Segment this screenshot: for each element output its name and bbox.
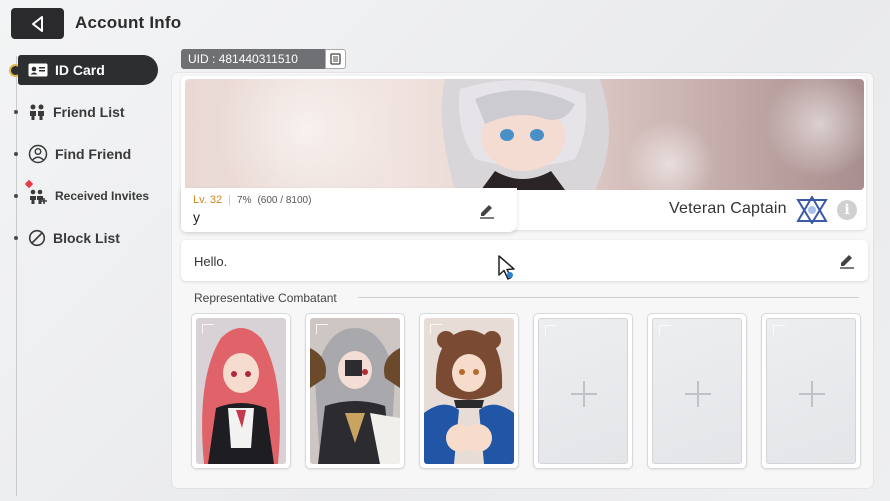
pencil-icon (480, 205, 494, 219)
combatant-art (196, 318, 286, 464)
mouse-cursor-icon (498, 255, 515, 280)
bio-card: Hello. (181, 240, 868, 281)
combatant-portrait (424, 318, 514, 464)
player-title: Veteran Captain (669, 200, 787, 217)
slot-corner-mark (316, 324, 328, 334)
sidebar-item-friend-list[interactable]: Friend List (18, 97, 158, 127)
banner-character-art (441, 79, 609, 190)
sidebar-item-label: ID Card (55, 62, 105, 78)
exp-detail: (600 / 8100) (257, 194, 312, 206)
combatant-portrait (196, 318, 286, 464)
bio-text: Hello. (194, 254, 228, 269)
slot-corner-mark (659, 325, 671, 335)
level-label: Lv. 32 (193, 194, 223, 206)
sidebar-line (16, 56, 17, 496)
friends-icon (30, 104, 44, 120)
add-combatant-icon (799, 381, 825, 407)
page-title: Account Info (75, 13, 182, 32)
copy-icon (330, 53, 341, 65)
empty-slot (766, 318, 856, 464)
copy-uid-button[interactable] (325, 49, 346, 69)
star-emblem-icon (796, 195, 828, 225)
add-combatant-icon (685, 381, 711, 407)
sidebar-item-label: Friend List (53, 104, 125, 120)
level-separator: | (228, 194, 232, 206)
sidebar-item-id-card[interactable]: ID Card (18, 55, 158, 85)
sidebar-item-label: Block List (53, 230, 120, 246)
slot-corner-mark (773, 325, 785, 335)
level-row: Lv. 32 | 7% (600 / 8100) (193, 194, 311, 206)
empty-slot (538, 318, 628, 464)
slot-corner-mark (430, 324, 442, 334)
empty-slot (652, 318, 742, 464)
combatant-portrait (310, 318, 400, 464)
combatant-art (310, 318, 400, 464)
uid-label: UID : 481440311510 (181, 49, 325, 69)
section-divider (358, 297, 859, 298)
profile-banner[interactable] (185, 79, 864, 190)
back-arrow-icon (31, 15, 43, 32)
slot-corner-mark (545, 325, 557, 335)
sidebar-item-find-friend[interactable]: Find Friend (18, 139, 158, 169)
edit-username-button[interactable] (478, 201, 496, 224)
find-friend-icon (28, 144, 48, 164)
combatant-slot-1[interactable] (191, 313, 291, 469)
id-card-icon (28, 63, 48, 77)
level-card: Lv. 32 | 7% (600 / 8100) y (181, 188, 517, 232)
combatant-slot-5[interactable] (647, 313, 747, 469)
info-icon: i (844, 202, 850, 218)
banner-light (625, 119, 715, 190)
pencil-icon (840, 255, 854, 269)
back-button[interactable] (11, 8, 64, 39)
title-info-button[interactable]: i (837, 200, 857, 220)
combatant-slot-4[interactable] (533, 313, 633, 469)
banner-light (205, 79, 405, 190)
representative-label: Representative Combatant (194, 291, 337, 305)
sidebar-item-label: Received Invites (55, 189, 150, 203)
invites-icon (30, 189, 47, 204)
add-combatant-icon (571, 381, 597, 407)
username: y (193, 209, 200, 225)
combatant-slot-3[interactable] (419, 313, 519, 469)
combatant-slot-6[interactable] (761, 313, 861, 469)
exp-percent: 7% (237, 194, 252, 206)
combatant-art (424, 318, 514, 464)
sidebar-item-received-invites[interactable]: Received Invites (18, 181, 158, 211)
sidebar-item-label: Find Friend (55, 146, 132, 162)
sidebar-item-block-list[interactable]: Block List (18, 223, 158, 253)
banner-light (765, 79, 864, 179)
edit-bio-button[interactable] (838, 251, 856, 274)
rank-emblem[interactable] (796, 195, 828, 229)
block-icon (28, 229, 46, 247)
combatant-slot-2[interactable] (305, 313, 405, 469)
slot-corner-mark (202, 324, 214, 334)
